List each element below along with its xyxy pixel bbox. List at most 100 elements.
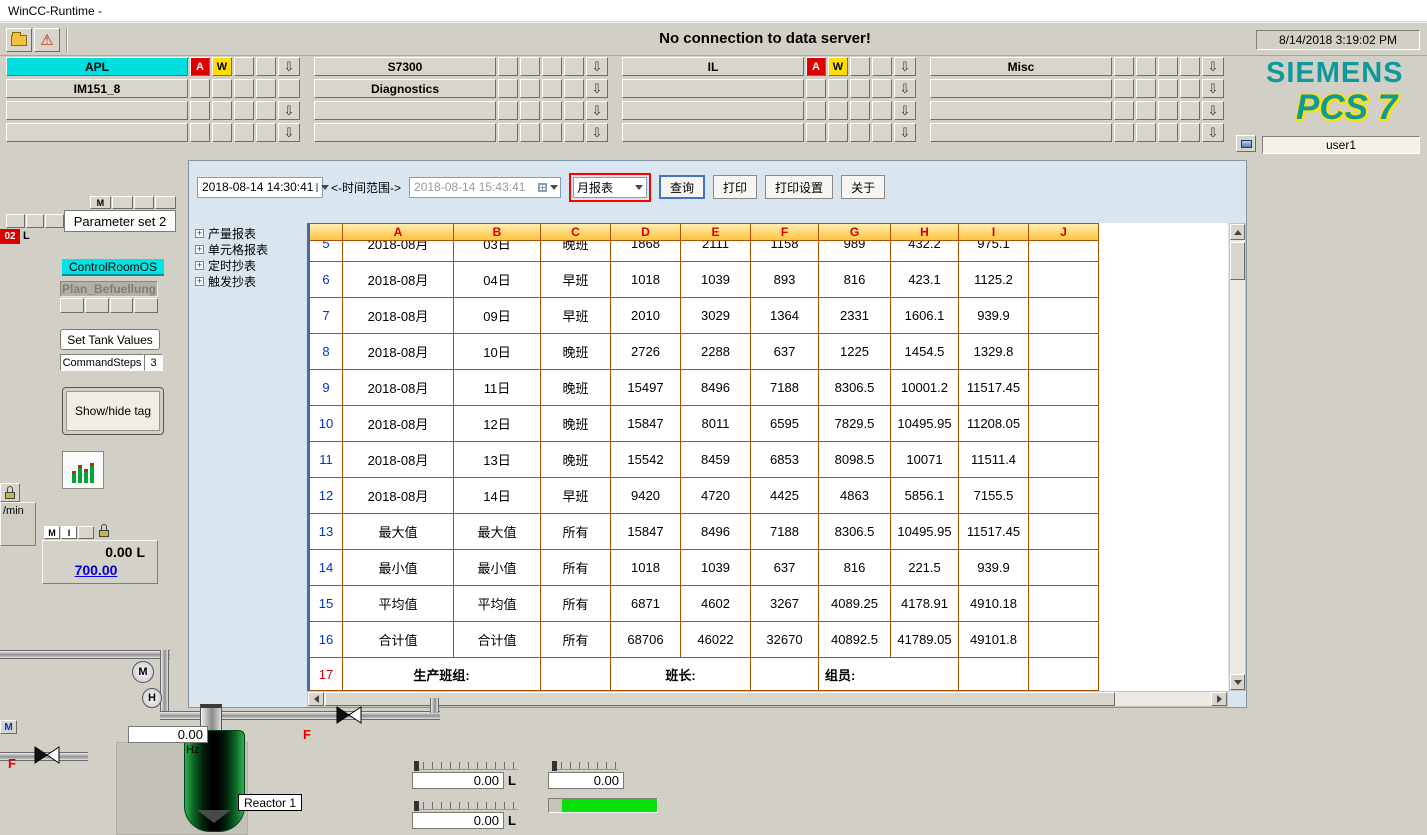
project-button[interactable]	[6, 28, 32, 52]
nav-button-diagnostics[interactable]: Diagnostics	[314, 79, 496, 98]
nav-small-button[interactable]	[234, 123, 254, 142]
nav-small-button[interactable]	[872, 79, 892, 98]
nav-small-button[interactable]	[1180, 57, 1200, 76]
alarm-badge-w[interactable]: W	[828, 57, 848, 76]
nav-small-button[interactable]	[872, 101, 892, 120]
nav-expand-button[interactable]: ⇩	[586, 123, 608, 142]
internal-mode-button[interactable]: I	[61, 526, 77, 539]
nav-small-button[interactable]	[542, 101, 562, 120]
nav-small-button[interactable]	[542, 57, 562, 76]
alarm-button[interactable]: ⚠	[34, 28, 60, 52]
query-button[interactable]: 查询	[659, 175, 705, 199]
nav-expand-button[interactable]: ⇩	[278, 101, 300, 120]
mini-button[interactable]	[85, 298, 109, 313]
lock-button[interactable]	[0, 483, 20, 502]
nav-small-button[interactable]	[850, 101, 870, 120]
nav-small-button[interactable]	[1136, 123, 1156, 142]
nav-small-button[interactable]	[1158, 101, 1178, 120]
level-setpoint[interactable]: 700.00	[47, 562, 145, 578]
nav-small-button[interactable]	[828, 123, 848, 142]
nav-small-button[interactable]	[1114, 101, 1134, 120]
grid-col-header[interactable]: H	[891, 223, 959, 241]
about-button[interactable]: 关于	[841, 175, 885, 199]
mini-button[interactable]	[112, 196, 133, 209]
nav-small-button[interactable]	[1158, 123, 1178, 142]
nav-expand-button[interactable]: ⇩	[894, 123, 916, 142]
vscroll-thumb[interactable]	[1230, 242, 1245, 280]
slider-thumb[interactable]	[552, 761, 557, 771]
grid-col-header[interactable]: A	[343, 223, 454, 241]
tree-item-2[interactable]: +单元格报表	[195, 241, 305, 257]
nav-small-button[interactable]	[256, 79, 276, 98]
hand-valve-indicator[interactable]: H	[142, 688, 162, 708]
nav-small-button[interactable]	[520, 101, 540, 120]
dosing1-value[interactable]: 0.00	[412, 772, 504, 789]
nav-button-empty[interactable]	[930, 123, 1112, 142]
motor-mini-indicator[interactable]: M	[0, 720, 17, 734]
tree-item-3[interactable]: +定时抄表	[195, 257, 305, 273]
nav-small-button[interactable]	[498, 101, 518, 120]
alarm-badge-w[interactable]: W	[212, 57, 232, 76]
horizontal-scrollbar[interactable]	[307, 691, 1228, 707]
date-from-picker[interactable]: 2018-08-14 14:30:41	[197, 177, 323, 198]
nav-small-button[interactable]	[564, 57, 584, 76]
nav-small-button[interactable]	[828, 101, 848, 120]
nav-small-button[interactable]	[212, 123, 232, 142]
valve-icon[interactable]	[34, 746, 60, 764]
grid-col-header[interactable]: J	[1029, 223, 1099, 241]
grid-col-header[interactable]: B	[454, 223, 541, 241]
nav-small-button[interactable]	[806, 79, 826, 98]
nav-expand-button[interactable]: ⇩	[278, 57, 300, 76]
mini-button[interactable]	[110, 298, 134, 313]
nav-button-empty[interactable]	[622, 79, 804, 98]
nav-small-button[interactable]	[520, 79, 540, 98]
grid-col-header[interactable]: F	[751, 223, 819, 241]
mini-button[interactable]	[155, 196, 176, 209]
scroll-down-button[interactable]	[1230, 674, 1245, 690]
nav-small-button[interactable]	[256, 123, 276, 142]
hscroll-thumb[interactable]	[325, 692, 1115, 706]
tree-expander-icon[interactable]: +	[195, 229, 204, 238]
nav-small-button[interactable]	[1158, 57, 1178, 76]
frequency-value[interactable]: 0.00	[128, 726, 208, 743]
tree-item-4[interactable]: +触发抄表	[195, 273, 305, 289]
date-to-picker[interactable]: 2018-08-14 15:43:41	[409, 177, 561, 198]
nav-expand-button[interactable]: ⇩	[894, 57, 916, 76]
nav-small-button[interactable]	[498, 79, 518, 98]
aux-value[interactable]: 0.00	[548, 772, 624, 789]
set-tank-values-button[interactable]: Set Tank Values	[60, 329, 160, 350]
nav-small-button[interactable]	[212, 79, 232, 98]
trend-button[interactable]	[62, 451, 104, 489]
nav-expand-button[interactable]: ⇩	[894, 101, 916, 120]
nav-expand-button[interactable]: ⇩	[1202, 57, 1224, 76]
dosing-slider[interactable]	[414, 802, 518, 810]
alarm-badge-a[interactable]: A	[806, 57, 826, 76]
nav-expand-button[interactable]: ⇩	[586, 79, 608, 98]
nav-small-button[interactable]	[1180, 79, 1200, 98]
nav-small-button[interactable]	[498, 57, 518, 76]
scroll-left-button[interactable]	[308, 692, 324, 706]
manual-mode-button[interactable]: M	[44, 526, 60, 539]
nav-small-button[interactable]	[1136, 101, 1156, 120]
nav-small-button[interactable]	[828, 79, 848, 98]
nav-small-button[interactable]	[498, 123, 518, 142]
parameter-set-button[interactable]: Parameter set 2	[64, 210, 176, 232]
mini-button[interactable]	[6, 214, 25, 228]
nav-small-button[interactable]	[872, 57, 892, 76]
nav-expand-button[interactable]: ⇩	[278, 123, 300, 142]
nav-button-il[interactable]: IL	[622, 57, 804, 76]
nav-small-button[interactable]	[190, 79, 210, 98]
print-button[interactable]: 打印	[713, 175, 757, 199]
nav-small-button[interactable]	[564, 101, 584, 120]
grid-col-header[interactable]: G	[819, 223, 891, 241]
nav-small-button[interactable]	[1136, 57, 1156, 76]
nav-button-im151-8[interactable]: IM151_8	[6, 79, 188, 98]
nav-small-button[interactable]	[564, 79, 584, 98]
motor-mini-button[interactable]: M	[90, 196, 111, 209]
vertical-scrollbar[interactable]	[1229, 223, 1246, 691]
nav-expand-button[interactable]	[278, 79, 300, 98]
nav-small-button[interactable]	[234, 57, 254, 76]
nav-small-button[interactable]	[212, 101, 232, 120]
nav-expand-button[interactable]: ⇩	[586, 57, 608, 76]
nav-button-empty[interactable]	[314, 123, 496, 142]
